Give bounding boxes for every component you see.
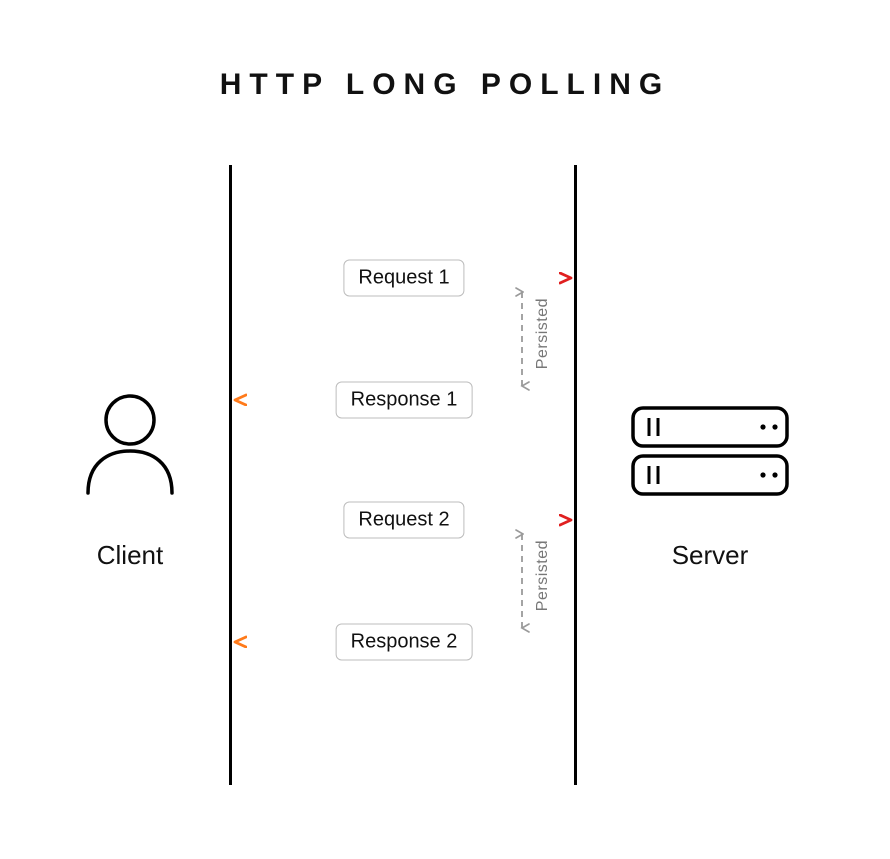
label-response-1: Response 1 xyxy=(336,382,473,419)
label-request-2: Request 2 xyxy=(343,502,464,539)
server-icon xyxy=(625,400,795,510)
client-label: Client xyxy=(80,540,180,571)
user-icon xyxy=(70,385,190,505)
server-label: Server xyxy=(660,540,760,571)
label-response-2: Response 2 xyxy=(336,624,473,661)
label-request-1: Request 1 xyxy=(343,260,464,297)
persisted-label-2: Persisted xyxy=(534,540,552,611)
persisted-label-1: Persisted xyxy=(534,298,552,369)
